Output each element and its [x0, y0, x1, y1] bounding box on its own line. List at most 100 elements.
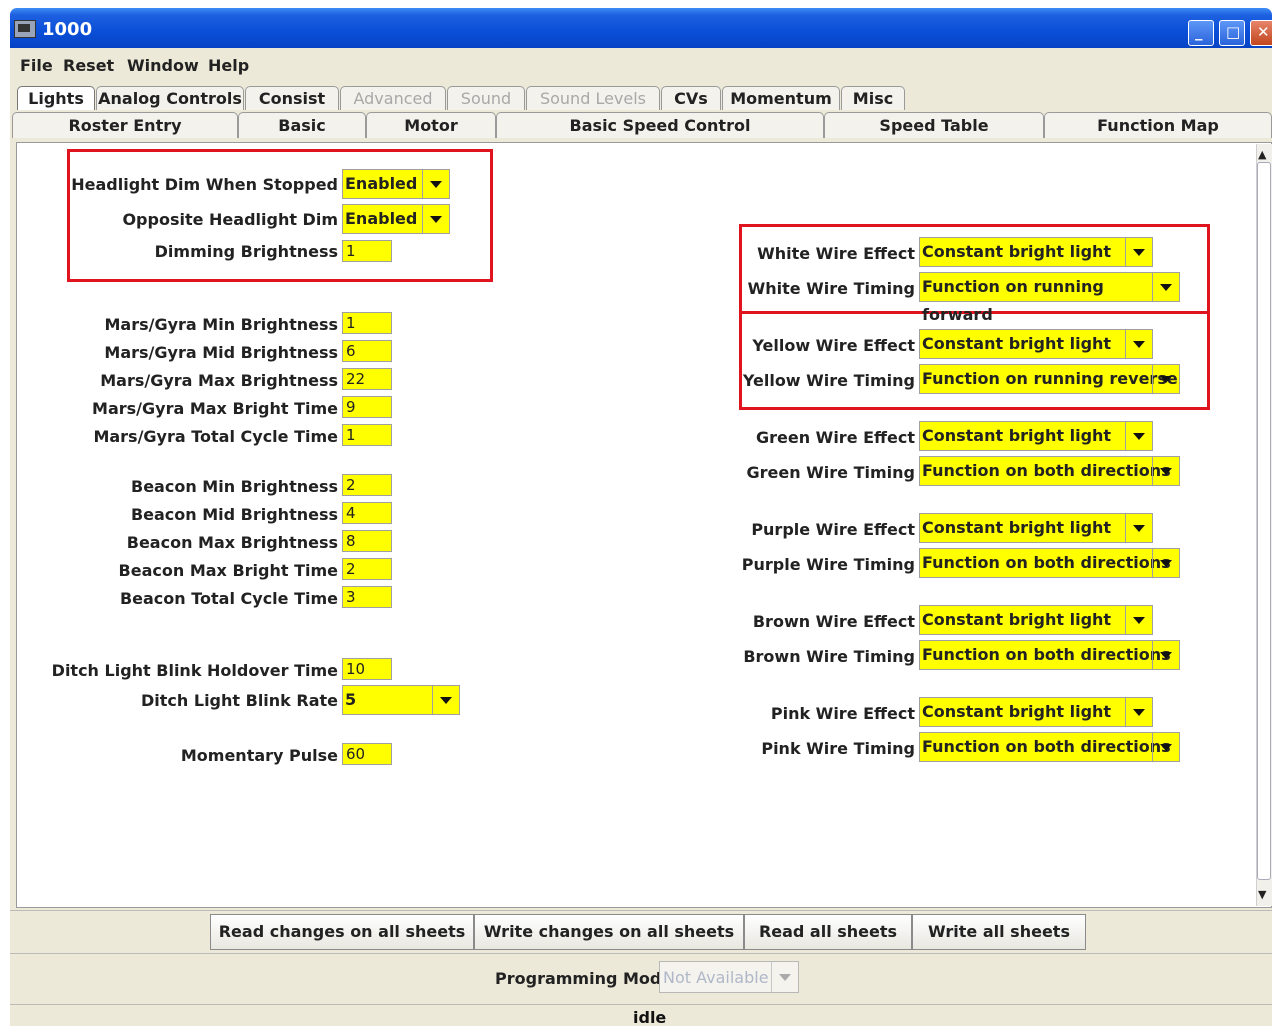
tab-basic[interactable]: Basic [238, 112, 366, 138]
green-effect-select[interactable]: Constant bright light [919, 421, 1153, 451]
beacon-max-field[interactable]: 8 [342, 530, 392, 552]
mars-min-label: Mars/Gyra Min Brightness [104, 315, 338, 334]
momentary-label: Momentary Pulse [180, 746, 338, 765]
chevron-down-icon[interactable] [1152, 549, 1179, 577]
menu-window[interactable]: Window [127, 56, 199, 75]
tab-analog-controls[interactable]: Analog Controls [96, 86, 244, 110]
tab-misc[interactable]: Misc [841, 86, 905, 110]
purple-effect-select[interactable]: Constant bright light [919, 513, 1153, 543]
scroll-down-icon[interactable]: ▼ [1258, 888, 1266, 901]
tab-sound[interactable]: Sound [447, 86, 525, 110]
title-bar[interactable] [10, 8, 1272, 48]
yellow-effect-label: Yellow Wire Effect [752, 336, 915, 355]
write-all-button[interactable]: Write all sheets [912, 914, 1086, 950]
green-timing-value: Function on both directions [922, 461, 1171, 480]
green-timing-select[interactable]: Function on both directions [919, 456, 1180, 486]
momentary-field[interactable]: 60 [342, 743, 392, 765]
ditch-holdover-field[interactable]: 10 [342, 658, 392, 680]
mars-max-label: Mars/Gyra Max Brightness [100, 371, 338, 390]
tab-advanced[interactable]: Advanced [340, 86, 446, 110]
chevron-down-icon[interactable] [422, 170, 449, 198]
tab-lights[interactable]: Lights [17, 86, 95, 110]
ditch-rate-select[interactable]: 5 [342, 685, 460, 715]
mars-cycle-field[interactable]: 1 [342, 424, 392, 446]
green-effect-label: Green Wire Effect [755, 428, 915, 447]
chevron-down-icon[interactable] [1125, 422, 1152, 450]
white-effect-select[interactable]: Constant bright light [919, 237, 1153, 267]
tab-consist[interactable]: Consist [245, 86, 339, 110]
chevron-down-icon[interactable] [771, 962, 798, 992]
tab-cvs[interactable]: CVs [661, 86, 721, 110]
mars-max-field[interactable]: 22 [342, 368, 392, 390]
pink-timing-label: Pink Wire Timing [761, 739, 915, 758]
chevron-down-icon[interactable] [1125, 606, 1152, 634]
chevron-down-icon[interactable] [1125, 330, 1152, 358]
close-button[interactable]: ✕ [1250, 20, 1272, 46]
chevron-down-icon[interactable] [1125, 698, 1152, 726]
headlight-dim-value: Enabled [345, 174, 418, 193]
chevron-down-icon[interactable] [1152, 273, 1179, 301]
programming-mode-value: Not Available [663, 968, 769, 987]
window-title: 1000 [42, 19, 93, 40]
brown-timing-select[interactable]: Function on both directions [919, 640, 1180, 670]
tab-motor[interactable]: Motor [366, 112, 496, 138]
mars-mid-field[interactable]: 6 [342, 340, 392, 362]
yellow-effect-value: Constant bright light [922, 334, 1112, 353]
beacon-maxtime-label: Beacon Max Bright Time [118, 561, 338, 580]
tab-sound-levels[interactable]: Sound Levels [526, 86, 660, 110]
tab-speed-table[interactable]: Speed Table [824, 112, 1044, 138]
read-all-button[interactable]: Read all sheets [744, 914, 912, 950]
chevron-down-icon[interactable] [1125, 514, 1152, 542]
tab-function-map[interactable]: Function Map [1044, 112, 1272, 138]
beacon-cycle-field[interactable]: 3 [342, 586, 392, 608]
purple-timing-value: Function on both directions [922, 553, 1171, 572]
minimize-button[interactable]: _ [1188, 20, 1214, 46]
beacon-mid-field[interactable]: 4 [342, 502, 392, 524]
mars-cycle-label: Mars/Gyra Total Cycle Time [93, 427, 338, 446]
beacon-min-field[interactable]: 2 [342, 474, 392, 496]
opposite-dim-label: Opposite Headlight Dim [122, 210, 338, 229]
chevron-down-icon[interactable] [432, 686, 459, 714]
yellow-effect-select[interactable]: Constant bright light [919, 329, 1153, 359]
menu-file[interactable]: File [20, 56, 53, 75]
tab-roster-entry[interactable]: Roster Entry [12, 112, 238, 138]
write-changes-button[interactable]: Write changes on all sheets [474, 914, 744, 950]
scroll-thumb[interactable] [1257, 162, 1271, 880]
pink-effect-label: Pink Wire Effect [770, 704, 915, 723]
pink-effect-select[interactable]: Constant bright light [919, 697, 1153, 727]
pink-timing-select[interactable]: Function on both directions [919, 732, 1180, 762]
opposite-dim-select[interactable]: Enabled [342, 204, 450, 234]
mars-maxtime-field[interactable]: 9 [342, 396, 392, 418]
tab-basic-speed-control[interactable]: Basic Speed Control [496, 112, 824, 138]
programming-mode-select[interactable]: Not Available [659, 961, 799, 993]
beacon-maxtime-field[interactable]: 2 [342, 558, 392, 580]
tab-momentum[interactable]: Momentum [722, 86, 840, 110]
menu-help[interactable]: Help [208, 56, 249, 75]
chevron-down-icon[interactable] [1152, 733, 1179, 761]
dimming-label: Dimming Brightness [154, 242, 338, 261]
chevron-down-icon[interactable] [1152, 457, 1179, 485]
beacon-max-label: Beacon Max Brightness [126, 533, 338, 552]
headlight-dim-select[interactable]: Enabled [342, 169, 450, 199]
read-changes-button[interactable]: Read changes on all sheets [210, 914, 474, 950]
chevron-down-icon[interactable] [422, 205, 449, 233]
chevron-down-icon[interactable] [1125, 238, 1152, 266]
brown-effect-select[interactable]: Constant bright light [919, 605, 1153, 635]
white-effect-label: White Wire Effect [757, 244, 915, 263]
mars-min-field[interactable]: 1 [342, 312, 392, 334]
chevron-down-icon[interactable] [1152, 641, 1179, 669]
maximize-icon: □ [1226, 23, 1241, 41]
white-timing-select[interactable]: Function on running forward [919, 272, 1180, 324]
menu-reset[interactable]: Reset [63, 56, 114, 75]
scroll-up-icon[interactable]: ▲ [1258, 148, 1266, 161]
minimize-icon: _ [1195, 23, 1203, 41]
yellow-timing-select[interactable]: Function on running reverse [919, 364, 1180, 394]
chevron-down-icon[interactable] [1152, 365, 1179, 393]
close-icon: ✕ [1257, 23, 1270, 41]
dimming-field[interactable]: 1 [342, 240, 392, 262]
beacon-cycle-label: Beacon Total Cycle Time [119, 589, 338, 608]
brown-timing-value: Function on both directions [922, 645, 1171, 664]
purple-timing-select[interactable]: Function on both directions [919, 548, 1180, 578]
green-effect-value: Constant bright light [922, 426, 1112, 445]
maximize-button[interactable]: □ [1219, 20, 1245, 46]
